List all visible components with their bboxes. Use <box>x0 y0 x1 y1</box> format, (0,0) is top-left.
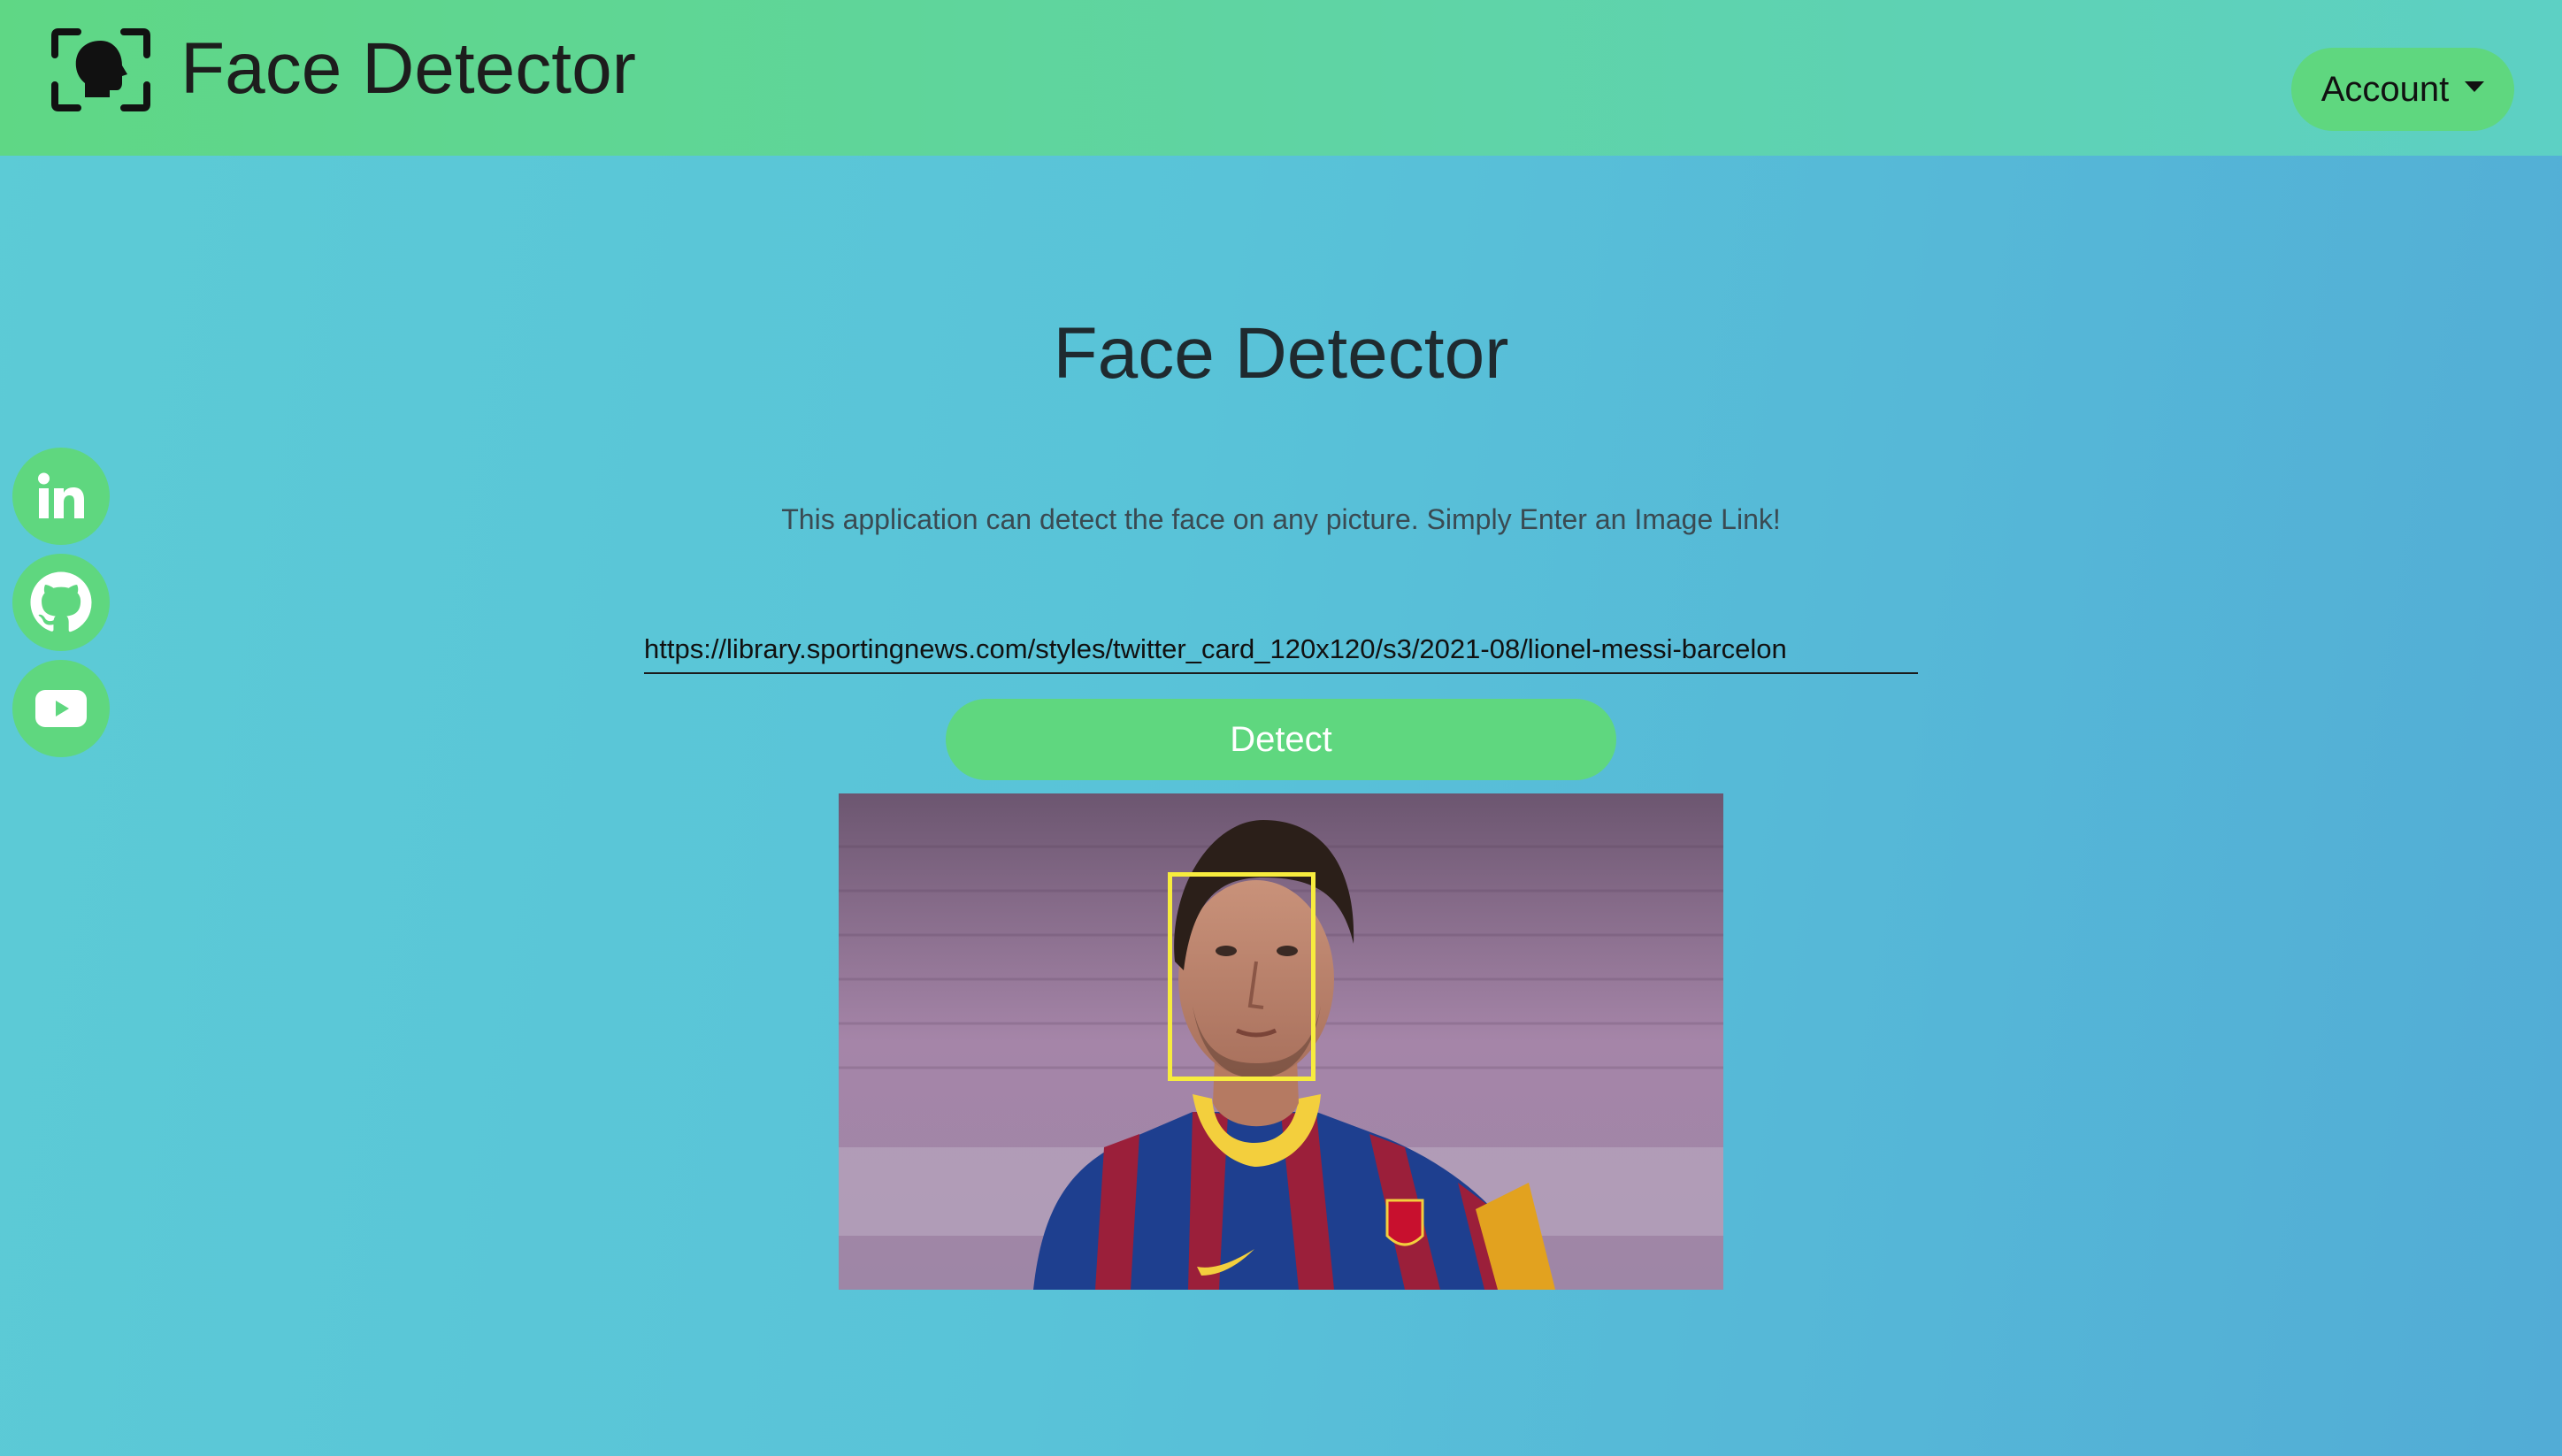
image-url-input[interactable] <box>644 626 1918 674</box>
caret-down-icon <box>2465 81 2485 92</box>
account-dropdown-button[interactable]: Account <box>2291 48 2514 131</box>
top-nav-bar: Face Detector Account <box>0 0 2562 156</box>
page-subtitle: This application can detect the face on … <box>781 503 1781 535</box>
github-icon <box>30 571 92 632</box>
github-link[interactable] <box>12 554 110 651</box>
account-label: Account <box>2320 69 2450 109</box>
face-scan-logo-icon <box>51 28 150 111</box>
app-title: Face Detector <box>180 28 636 109</box>
detect-button[interactable]: Detect <box>946 699 1616 780</box>
youtube-icon <box>35 690 87 727</box>
face-bounding-box <box>1168 872 1316 1081</box>
youtube-link[interactable] <box>12 660 110 757</box>
page-title: Face Detector <box>1053 313 1509 394</box>
result-image <box>839 793 1723 1290</box>
